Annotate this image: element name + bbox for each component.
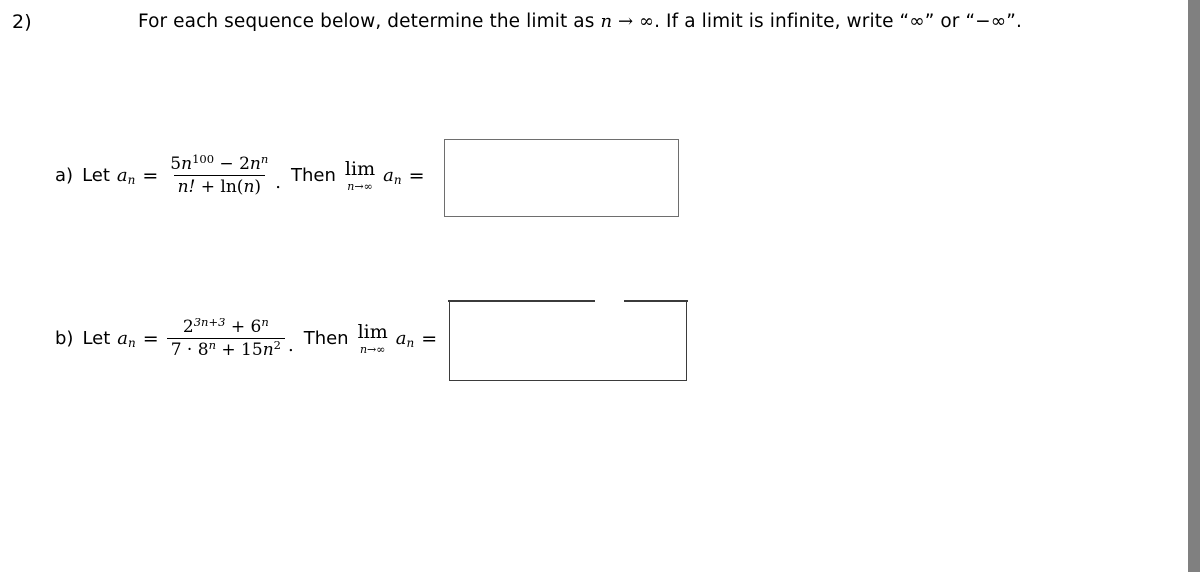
part-a-limit-equals-sign: = (408, 164, 425, 187)
part-a-period: . (275, 172, 282, 193)
part-a-limit-operator: lim n→∞ (344, 157, 376, 193)
part-a-fraction: 5n100 − 2nn n! + ln(n) (166, 152, 272, 197)
vertical-scrollbar-track[interactable] (1188, 0, 1200, 572)
prompt-variable-n: n (600, 11, 613, 32)
part-b-limit-equals-sign: = (421, 327, 438, 350)
part-b-equals-sign: = (142, 327, 159, 350)
answer-box-b-top-border-right (623, 300, 688, 302)
prompt-infinity-symbol: ∞ (638, 11, 655, 32)
part-b-period: . (287, 335, 294, 356)
part-b-let-word: Let (82, 328, 111, 349)
part-a-let-word: Let (82, 165, 110, 186)
question-prompt: For each sequence below, determine the l… (138, 8, 1022, 36)
answer-input-part-b[interactable] (448, 300, 688, 381)
worksheet-page: 2) For each sequence below, determine th… (0, 0, 1188, 572)
part-a-limit-subscript: n→∞ (347, 179, 373, 193)
question-number: 2) (12, 11, 32, 33)
part-b-limit-operator: lim n→∞ (357, 320, 388, 356)
part-a-label: a) (55, 165, 74, 186)
part-a-sequence-name: an (116, 165, 136, 187)
part-a-numerator: 5n100 − 2nn (170, 152, 269, 174)
part-b-label: b) (55, 328, 74, 349)
problem-part-a: a) Let an = 5n100 − 2nn n! + ln(n) . The… (55, 152, 431, 197)
part-b-limit-subscript: n→∞ (359, 342, 386, 356)
part-a-equals-sign: = (142, 164, 159, 187)
answer-input-part-a[interactable] (444, 139, 679, 217)
prompt-text-before: For each sequence below, determine the l… (138, 11, 601, 32)
prompt-text-after: . If a limit is infinite, write “∞” or “… (654, 11, 1022, 32)
part-b-numerator: 23n+3 + 6n (182, 315, 269, 337)
part-a-limit-sequence: an (383, 165, 402, 187)
part-b-then-word: Then (303, 328, 349, 349)
prompt-arrow-icon: → (612, 11, 639, 32)
part-b-fraction: 23n+3 + 6n 7 · 8n + 15n2 (166, 315, 285, 360)
part-b-lim-symbol: lim (357, 320, 388, 343)
part-b-limit-sequence: an (395, 328, 415, 350)
answer-box-b-top-border-left (448, 300, 596, 302)
part-b-denominator: 7 · 8n + 15n2 (166, 338, 285, 360)
part-a-lim-symbol: lim (344, 157, 376, 180)
part-a-then-word: Then (291, 165, 336, 186)
problem-part-b: b) Let an = 23n+3 + 6n 7 · 8n + 15n2 . T… (55, 315, 444, 360)
part-a-denominator: n! + ln(n) (173, 175, 266, 197)
vertical-scrollbar-thumb[interactable] (1188, 0, 1200, 572)
part-b-sequence-name: an (117, 328, 136, 350)
